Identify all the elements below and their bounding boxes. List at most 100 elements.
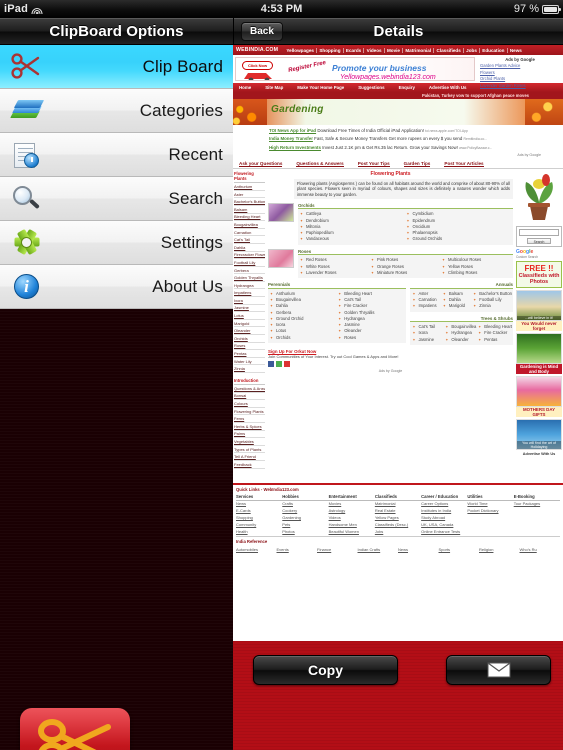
tab-garden-tips[interactable]: Garden Tips — [403, 161, 431, 168]
plant-link[interactable]: Carnation — [234, 229, 265, 237]
top-nav-link[interactable]: Education — [480, 47, 508, 53]
news-ticker[interactable]: Pakistan, Turkey vow to support Afghan p… — [233, 92, 563, 99]
plant-link[interactable]: Cat's Tail — [234, 236, 265, 244]
footer-link[interactable]: E-Cards — [236, 507, 282, 514]
footer-link[interactable]: Automobiles — [236, 546, 277, 553]
orkut-signup-ad[interactable]: Sign Up For Orkut Now Join Communities o… — [268, 349, 513, 373]
nav-link[interactable]: Colours — [234, 400, 265, 408]
footer-link[interactable]: Videos — [329, 514, 375, 521]
plant-link[interactable]: Hydrangea — [234, 282, 265, 290]
footer-link[interactable]: Pets — [282, 521, 328, 528]
ad-label[interactable]: Gardening is Mind and Body — [516, 364, 562, 375]
text-ad-link[interactable]: TOI News App for iPad — [269, 128, 316, 133]
google-ad-link[interactable]: Orchid Plants — [480, 76, 560, 81]
tab-questions-answers[interactable]: Questions & Answers — [296, 161, 344, 168]
footer-link[interactable]: Beautiful Women — [329, 528, 375, 535]
top-nav-link[interactable]: Jobs — [464, 47, 481, 53]
web-view[interactable]: WEBINDIA.COM Yellowpages Shopping Ecards… — [233, 45, 563, 641]
footer-link[interactable]: Events — [277, 546, 318, 553]
plant-link[interactable]: Impatiens — [234, 289, 265, 298]
search-input[interactable] — [519, 229, 559, 237]
top-nav-link[interactable]: Videos — [364, 47, 385, 53]
plant-link[interactable]: Orchids — [234, 335, 265, 343]
footer-link[interactable]: Sports — [439, 546, 480, 553]
top-nav-link[interactable]: Yellowpages — [284, 47, 318, 53]
sidebar-item-clip-board[interactable]: Clip Board — [0, 45, 233, 89]
text-ad-row[interactable]: India Money Transfer Fast, Safe & Secure… — [269, 136, 563, 142]
plant-link[interactable]: Gerbera — [234, 267, 265, 275]
sub-nav-advertise[interactable]: Advertise With Us — [429, 85, 467, 90]
footer-link[interactable]: Cookery — [282, 507, 328, 514]
plant-link[interactable]: Aster — [234, 191, 265, 199]
footer-link[interactable]: Tour Packages — [514, 501, 560, 508]
google-ad-link[interactable]: Flowers — [480, 70, 560, 75]
plant-item[interactable]: Vandaceous — [299, 236, 406, 243]
plant-link[interactable]: Golden Thryallis — [234, 274, 265, 282]
nav-link[interactable]: Tell A Friend — [234, 453, 265, 461]
footer-link[interactable]: Matrimonial — [375, 501, 421, 508]
plant-item[interactable]: Orchids — [269, 335, 337, 342]
footer-link[interactable]: Community — [236, 521, 282, 528]
left-links2-header[interactable]: Introduction — [234, 377, 265, 386]
nav-link[interactable]: Palms — [234, 431, 265, 439]
nav-link[interactable]: Herbs & Spices — [234, 423, 265, 431]
plant-link[interactable]: Water Lily — [234, 358, 265, 366]
footer-link[interactable]: Who's Ru — [520, 546, 561, 553]
classifieds-ad[interactable]: FREE !! Classifieds with Photos — [516, 261, 562, 289]
footer-link[interactable]: Yellow Pages — [375, 514, 421, 521]
footer-link[interactable]: Astrology — [329, 507, 375, 514]
share-buttons[interactable] — [268, 360, 513, 367]
tab-ask-your-questions[interactable]: Ask your Questions — [239, 161, 283, 168]
plant-link[interactable]: Bachelor's Button — [234, 198, 265, 206]
plant-link[interactable]: Jasmine — [234, 305, 265, 313]
site-search-box[interactable]: Search — [516, 226, 562, 248]
plant-link[interactable]: Bleeding Heart — [234, 214, 265, 222]
text-ad-row[interactable]: High Return Investments Invest Just 2.1K… — [269, 145, 563, 151]
footer-link[interactable]: Jobs — [375, 528, 421, 535]
top-nav-link[interactable]: Shopping — [317, 47, 344, 53]
banner-ad[interactable]: ...will believe in it! — [516, 290, 562, 322]
nav-link[interactable]: Flowering Plants — [234, 408, 265, 416]
sub-nav-suggestions[interactable]: Suggestions — [358, 85, 384, 90]
text-ad-row[interactable]: TOI News App for iPad Download Free Time… — [269, 128, 563, 134]
plant-link[interactable]: Anthurium — [234, 183, 265, 191]
plant-link[interactable]: Lotus — [234, 312, 265, 320]
plant-item[interactable]: Marigold — [442, 303, 472, 310]
plant-link[interactable]: Marigold — [234, 320, 265, 328]
plant-item[interactable]: Impatiens — [411, 303, 441, 310]
plant-item[interactable]: Pentas — [477, 337, 512, 344]
facebook-share-icon[interactable] — [268, 360, 274, 367]
footer-link[interactable]: Gardening — [282, 514, 328, 521]
plant-link[interactable]: Zinnia — [234, 365, 265, 374]
plant-item[interactable]: Miniature Roses — [370, 270, 441, 277]
footer-link[interactable]: Career Options — [421, 501, 467, 508]
footer-link[interactable]: Real Estate — [375, 507, 421, 514]
share-icon[interactable] — [276, 360, 282, 367]
promo-ad[interactable]: Click Now Register Free Promote your bus… — [235, 57, 475, 81]
plant-item[interactable]: Jasmine — [411, 337, 444, 344]
nav-link[interactable]: Questions & Answers — [234, 385, 265, 393]
nav-link[interactable]: Bonsai — [234, 393, 265, 401]
footer-link[interactable]: Shopping — [236, 514, 282, 521]
plant-link[interactable]: Roses — [234, 343, 265, 351]
sub-nav-make-home-page[interactable]: Make Your Home Page — [297, 85, 344, 90]
plant-item[interactable]: Ground Orchids — [406, 236, 513, 243]
plant-link[interactable]: Pentas — [234, 350, 265, 358]
plant-link[interactable]: Ixora — [234, 297, 265, 305]
footer-link[interactable]: World Time — [467, 501, 513, 508]
plant-item[interactable]: Oleander — [444, 337, 477, 344]
footer-link[interactable]: Pocket Dictionary — [467, 507, 513, 514]
footer-link[interactable]: Online Entrance Tests — [421, 528, 467, 535]
footer-link[interactable]: Study Abroad — [421, 514, 467, 521]
copy-button[interactable]: Copy — [253, 655, 398, 685]
footer-link[interactable]: Finance — [317, 546, 358, 553]
sidebar-item-settings[interactable]: Settings — [0, 221, 233, 265]
back-button[interactable]: Back — [241, 22, 283, 41]
plant-link[interactable]: Dahlia — [234, 244, 265, 252]
ad-label[interactable]: MOTHERS DAY GIFTS — [516, 407, 562, 418]
mail-button[interactable] — [446, 655, 551, 685]
plant-item[interactable]: Climbing Roses — [441, 270, 512, 277]
advertise-with-us-link[interactable]: Advertise With Us — [516, 452, 562, 456]
footer-link[interactable]: Health — [236, 528, 282, 535]
ad-label[interactable]: You Would never forget — [516, 321, 562, 332]
